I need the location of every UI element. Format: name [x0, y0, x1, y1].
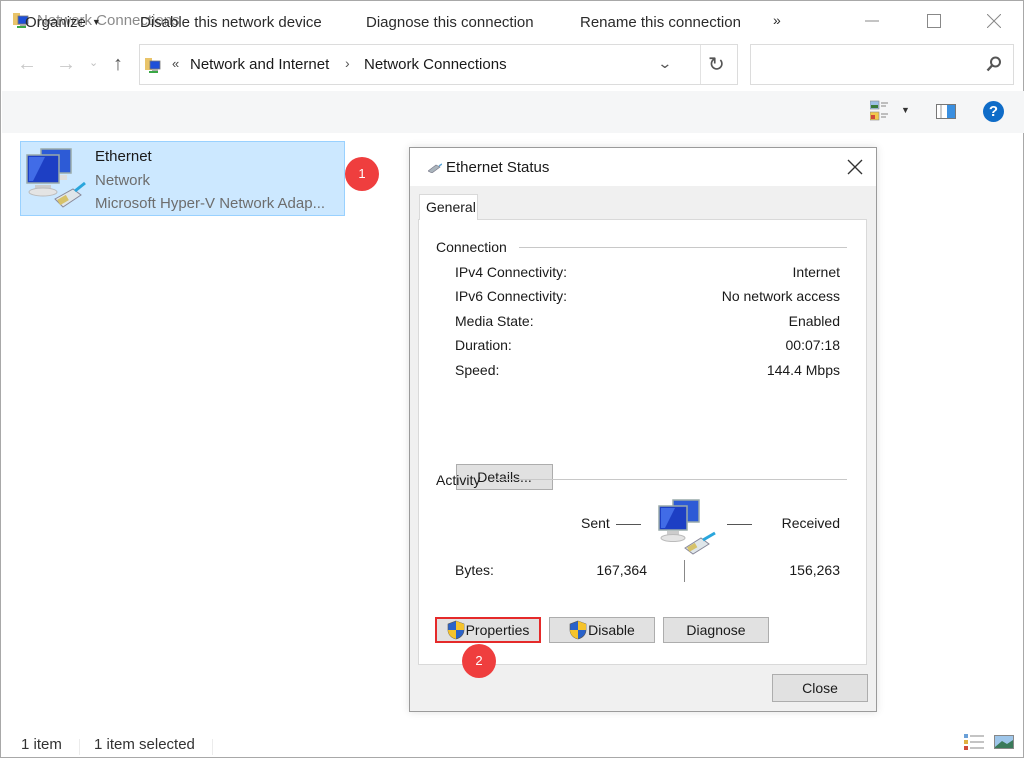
search-input[interactable] [751, 45, 976, 84]
breadcrumb-separator[interactable]: › [345, 55, 350, 71]
ethernet-connection-item[interactable]: Ethernet Network Microsoft Hyper-V Netwo… [20, 141, 345, 216]
sent-line [616, 524, 641, 525]
dialog-title: Ethernet Status [446, 159, 550, 176]
large-icons-view-icon[interactable] [994, 735, 1014, 749]
general-tab-panel: Connection IPv4 Connectivity: Internet I… [418, 219, 867, 665]
back-button[interactable]: ← [17, 53, 37, 76]
minimize-icon [865, 20, 879, 22]
bytes-label: Bytes: [455, 562, 494, 578]
network-folder-icon [145, 58, 161, 73]
ipv6-value: No network access [721, 288, 840, 304]
item-description: Microsoft Hyper-V Network Adap... [95, 195, 326, 212]
close-window-button[interactable] [971, 1, 1017, 41]
ethernet-status-dialog: Ethernet Status General Connection IPv4 … [409, 147, 877, 712]
status-separator [212, 739, 213, 755]
disable-button[interactable]: Disable [549, 617, 655, 643]
ipv4-value: Internet [792, 264, 840, 280]
maximize-button[interactable] [911, 1, 957, 41]
recent-locations-button[interactable]: ⌄ [89, 56, 98, 69]
uac-shield-icon [569, 620, 587, 640]
duration-value: 00:07:18 [785, 337, 841, 353]
disable-device-button[interactable]: Disable this network device [140, 14, 322, 31]
organize-label: Organize [25, 14, 86, 31]
properties-button[interactable]: Properties [435, 617, 541, 643]
up-button[interactable]: ↑ [113, 53, 123, 76]
diagnose-connection-button[interactable]: Diagnose this connection [366, 14, 534, 31]
uac-shield-icon [447, 620, 464, 640]
network-activity-icon [658, 499, 716, 555]
view-options-caret-icon[interactable]: ▼ [901, 105, 910, 115]
activity-group-divider [492, 479, 847, 480]
network-connections-window: Network Connections ← → ⌄ ↑ « Network an… [0, 0, 1024, 758]
step-badge-2: 2 [462, 644, 496, 678]
ipv4-label: IPv4 Connectivity: [455, 264, 568, 280]
item-count: 1 item [21, 736, 62, 753]
breadcrumb-network-connections[interactable]: Network Connections [364, 56, 507, 73]
connection-group-divider [519, 247, 847, 248]
forward-button[interactable]: → [56, 53, 76, 76]
help-icon[interactable]: ? [983, 101, 1004, 122]
search-icon[interactable] [985, 55, 1003, 73]
speed-value: 144.4 Mbps [766, 362, 840, 378]
preview-pane-icon[interactable] [936, 104, 956, 119]
activity-group-label: Activity [436, 472, 481, 488]
received-line [727, 524, 752, 525]
item-name: Ethernet [95, 148, 152, 165]
properties-label: Properties [465, 622, 530, 638]
more-commands-button[interactable]: » [773, 12, 781, 28]
organize-menu[interactable]: Organize ▼ [25, 14, 101, 31]
caret-down-icon: ▼ [91, 17, 101, 27]
breadcrumb-overflow[interactable]: « [172, 56, 179, 71]
change-view-icon[interactable] [870, 100, 888, 122]
ethernet-cable-icon [428, 163, 442, 173]
network-adapter-icon [26, 148, 86, 208]
media-state-label: Media State: [455, 313, 534, 329]
address-dropdown-icon[interactable]: ⌄ [657, 55, 672, 72]
media-state-value: Enabled [788, 313, 840, 329]
address-bar[interactable]: « Network and Internet › Network Connect… [139, 44, 738, 85]
dialog-title-bar: Ethernet Status [410, 148, 876, 186]
status-bar: 1 item 1 item selected [1, 727, 1023, 758]
sent-label: Sent [581, 515, 610, 531]
disable-label: Disable [588, 622, 635, 638]
minimize-button[interactable] [849, 1, 895, 41]
close-dialog-button[interactable]: Close [772, 674, 868, 702]
connection-group-label: Connection [436, 239, 507, 255]
dialog-close-icon[interactable] [844, 156, 866, 178]
step-badge-1: 1 [345, 157, 379, 191]
maximize-icon [927, 14, 941, 28]
duration-label: Duration: [455, 337, 512, 353]
speed-label: Speed: [455, 362, 500, 378]
activity-divider [684, 560, 685, 582]
close-icon [987, 14, 1001, 28]
search-box[interactable] [750, 44, 1014, 85]
details-view-icon[interactable] [964, 734, 984, 750]
selection-count: 1 item selected [94, 736, 195, 753]
bytes-received-value: 156,263 [789, 562, 840, 578]
address-divider [700, 45, 701, 84]
bytes-sent-value: 167,364 [596, 562, 647, 578]
tab-general[interactable]: General [419, 194, 478, 220]
rename-connection-button[interactable]: Rename this connection [580, 14, 741, 31]
ipv6-label: IPv6 Connectivity: [455, 288, 568, 304]
diagnose-button[interactable]: Diagnose [663, 617, 769, 643]
item-type: Network [95, 172, 151, 189]
status-separator [79, 739, 80, 755]
refresh-button[interactable]: ↻ [708, 52, 725, 77]
breadcrumb-network-and-internet[interactable]: Network and Internet [190, 56, 329, 73]
received-label: Received [781, 515, 840, 531]
